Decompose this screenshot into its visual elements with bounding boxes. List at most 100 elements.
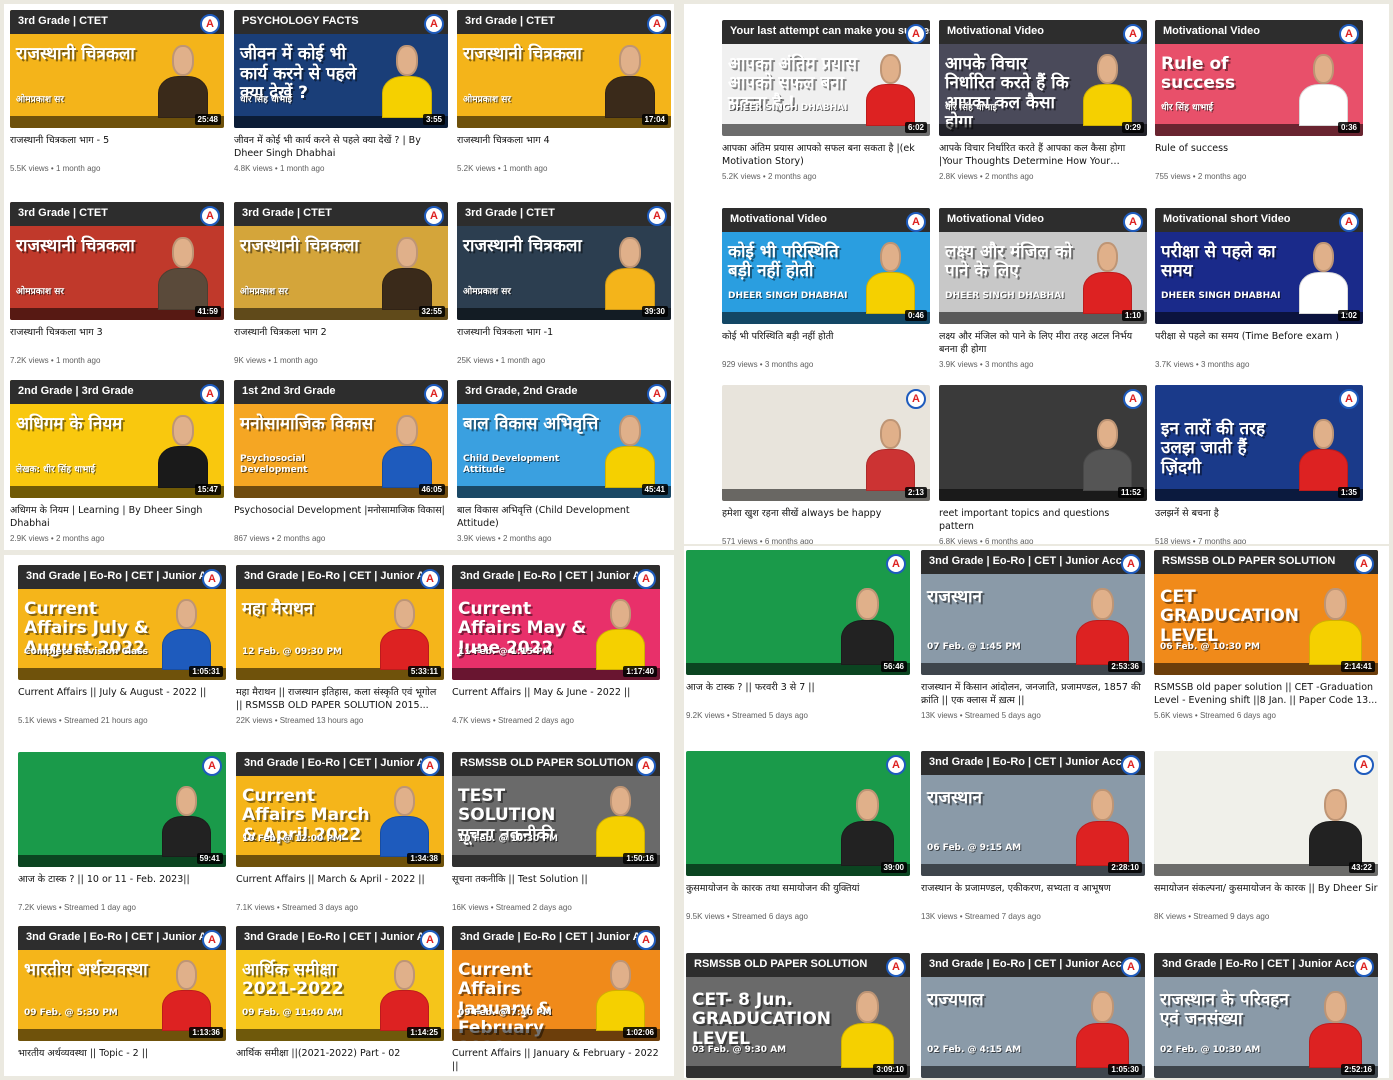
video-title[interactable]: आपका अंतिम प्रयास आपको सफल बना सकता है |… — [722, 142, 930, 169]
video-title[interactable]: आज के टास्क ? || फरवरी 3 से 7 || — [686, 681, 910, 694]
video-thumbnail[interactable]: A 43:22 — [1154, 751, 1378, 876]
video-card[interactable]: 3rd Grade | CTET राजस्थानी चित्रकला ओमप्रक… — [10, 202, 224, 376]
video-thumbnail[interactable]: 3rd Grade | CTET राजस्थानी चित्रकला ओमप्रक… — [234, 202, 448, 320]
video-thumbnail[interactable]: RSMSSB OLD PAPER SOLUTION TEST SOLUTION स… — [452, 752, 660, 867]
video-title[interactable]: परीक्षा से पहले का समय (Time Before exam… — [1155, 330, 1363, 343]
video-title[interactable]: Current Affairs || May & June - 2022 || — [452, 686, 660, 699]
video-thumbnail[interactable]: Motivational Video कोई भी परिस्थिति बड़ी … — [722, 208, 930, 324]
video-title[interactable]: भारतीय अर्थव्यवस्था || Topic - 2 || — [18, 1047, 226, 1060]
video-thumbnail[interactable]: 3nd Grade | Eo-Ro | CET | Junior Acc. Cur… — [452, 565, 660, 680]
video-card[interactable]: 3nd Grade | Eo-Ro | CET | Junior Acc. Cur… — [452, 926, 660, 1076]
video-title[interactable]: सूचना तकनीकि || Test Solution || — [452, 873, 660, 886]
video-title[interactable]: हमेशा खुश रहना सीखें always be happy — [722, 507, 930, 520]
video-title[interactable]: आज के टास्क ? || 10 or 11 - Feb. 2023|| — [18, 873, 226, 886]
video-thumbnail[interactable]: 3nd Grade | Eo-Ro | CET | Junior Acc. भार… — [18, 926, 226, 1041]
video-card[interactable]: 3nd Grade | Eo-Ro | CET | Junior Acc. Cur… — [452, 565, 660, 736]
video-title[interactable]: राजस्थानी चित्रकला भाग - 5 — [10, 134, 224, 147]
video-thumbnail[interactable]: 1st 2nd 3rd Grade मनोसामाजिक विकास Psychos… — [234, 380, 448, 498]
video-thumbnail[interactable]: 3nd Grade | Eo-Ro | CET | Junior Acc. राज… — [921, 751, 1145, 876]
video-title[interactable]: समायोजन संकल्पना/ कुसमायोजन के कारक || B… — [1154, 882, 1378, 895]
video-thumbnail[interactable]: 3nd Grade | Eo-Ro | CET | Junior Acc. Cur… — [236, 752, 444, 867]
video-card[interactable]: A 56:46 आज के टास्क ? || फरवरी 3 से 7 || 9.… — [686, 550, 910, 731]
video-thumbnail[interactable]: Motivational Video आपके विचार निर्धारित क… — [939, 20, 1147, 136]
video-card[interactable]: 3rd Grade | CTET राजस्थानी चित्रकला ओमप्रक… — [457, 202, 671, 376]
video-thumbnail[interactable]: Motivational short Video परीक्षा से पहले … — [1155, 208, 1363, 324]
video-title[interactable]: Rule of success — [1155, 142, 1363, 155]
video-thumbnail[interactable]: 3rd Grade | CTET राजस्थानी चित्रकला ओमप्रक… — [457, 202, 671, 320]
video-title[interactable]: Current Affairs || July & August - 2022 … — [18, 686, 226, 699]
video-title[interactable]: Current Affairs || January & February - … — [452, 1047, 660, 1074]
video-card[interactable]: 3nd Grade | Eo-Ro | CET | Junior Acc. भार… — [18, 926, 226, 1076]
video-card[interactable]: 3nd Grade | Eo-Ro | CET | Junior Acc. राज… — [1154, 953, 1378, 1078]
video-card[interactable]: 3nd Grade | Eo-Ro | CET | Junior Acc. महा… — [236, 565, 444, 736]
video-card[interactable]: Motivational Video कोई भी परिस्थिति बड़ी … — [722, 208, 930, 380]
video-thumbnail[interactable]: 3nd Grade | Eo-Ro | CET | Junior Acc. आर्… — [236, 926, 444, 1041]
video-card[interactable]: A 11:52 reet important topics and question… — [939, 385, 1147, 544]
video-thumbnail[interactable]: इन तारों की तरह उलझ जाती हैं ज़िंदगी A 1:3… — [1155, 385, 1363, 501]
video-card[interactable]: 1st 2nd 3rd Grade मनोसामाजिक विकास Psychos… — [234, 380, 448, 550]
video-thumbnail[interactable]: PSYCHOLOGY FACTS जीवन में कोई भी कार्य कर… — [234, 10, 448, 128]
video-card[interactable]: PSYCHOLOGY FACTS जीवन में कोई भी कार्य कर… — [234, 10, 448, 184]
video-card[interactable]: 3rd Grade, 2nd Grade बाल विकास अभिवृत्ति C… — [457, 380, 671, 550]
video-title[interactable]: उलझनें से बचना है — [1155, 507, 1363, 520]
video-title[interactable]: जीवन में कोई भी कार्य करने से पहले क्या … — [234, 134, 448, 161]
video-card[interactable]: 3rd Grade | CTET राजस्थानी चित्रकला ओमप्रक… — [457, 10, 671, 184]
video-thumbnail[interactable]: A 11:52 — [939, 385, 1147, 501]
video-thumbnail[interactable]: 2nd Grade | 3rd Grade अधिगम के नियम लेखक: … — [10, 380, 224, 498]
video-thumbnail[interactable]: Your last attempt can make you successfu… — [722, 20, 930, 136]
video-title[interactable]: महा मैराथन || राजस्थान इतिहास, कला संस्क… — [236, 686, 444, 713]
video-card[interactable]: Your last attempt can make you successfu… — [722, 20, 930, 192]
video-thumbnail[interactable]: A 39:00 — [686, 751, 910, 876]
video-card[interactable]: A 2:13 हमेशा खुश रहना सीखें always be happ… — [722, 385, 930, 544]
video-title[interactable]: राजस्थानी चित्रकला भाग -1 — [457, 326, 671, 339]
video-card[interactable]: 3nd Grade | Eo-Ro | CET | Junior Acc. राज… — [921, 751, 1145, 932]
video-title[interactable]: राजस्थान के प्रजामण्डल, एकीकरण, सभ्यता व… — [921, 882, 1145, 895]
video-title[interactable]: आपके विचार निर्धारित करते हैं आपका कल कै… — [939, 142, 1147, 169]
video-card[interactable]: RSMSSB OLD PAPER SOLUTION CET- 8 Jun. GRA… — [686, 953, 910, 1078]
video-card[interactable]: Motivational short Video परीक्षा से पहले … — [1155, 208, 1363, 380]
video-thumbnail[interactable]: A 2:13 — [722, 385, 930, 501]
video-card[interactable]: 3nd Grade | Eo-Ro | CET | Junior Acc. राज… — [921, 953, 1145, 1078]
video-thumbnail[interactable]: 3rd Grade, 2nd Grade बाल विकास अभिवृत्ति C… — [457, 380, 671, 498]
video-card[interactable]: Motivational Video Rule of success धीर सिं… — [1155, 20, 1363, 192]
video-title[interactable]: राजस्थान में किसान आंदोलन, जनजाति, प्रजा… — [921, 681, 1145, 708]
video-card[interactable]: A 43:22 समायोजन संकल्पना/ कुसमायोजन के कार… — [1154, 751, 1378, 932]
video-thumbnail[interactable]: 3nd Grade | Eo-Ro | CET | Junior Acc. महा… — [236, 565, 444, 680]
video-title[interactable]: Current Affairs || March & April - 2022 … — [236, 873, 444, 886]
video-thumbnail[interactable]: 3rd Grade | CTET राजस्थानी चित्रकला ओमप्रक… — [457, 10, 671, 128]
video-card[interactable]: 2nd Grade | 3rd Grade अधिगम के नियम लेखक: … — [10, 380, 224, 550]
video-thumbnail[interactable]: Motivational Video लक्ष्य और मंजिल को पान… — [939, 208, 1147, 324]
video-card[interactable]: RSMSSB OLD PAPER SOLUTION CET GRADUCATION… — [1154, 550, 1378, 731]
video-title[interactable]: RSMSSB old paper solution || CET -Gradua… — [1154, 681, 1378, 708]
video-card[interactable]: 3nd Grade | Eo-Ro | CET | Junior Acc. Cur… — [236, 752, 444, 923]
video-thumbnail[interactable]: 3nd Grade | Eo-Ro | CET | Junior Acc. राज… — [921, 550, 1145, 675]
video-thumbnail[interactable]: 3nd Grade | Eo-Ro | CET | Junior Acc. Cur… — [452, 926, 660, 1041]
video-title[interactable]: कोई भी परिस्थिति बड़ी नहीं होती — [722, 330, 930, 343]
video-card[interactable]: 3rd Grade | CTET राजस्थानी चित्रकला ओमप्रक… — [10, 10, 224, 184]
video-thumbnail[interactable]: RSMSSB OLD PAPER SOLUTION CET- 8 Jun. GRA… — [686, 953, 910, 1078]
video-card[interactable]: इन तारों की तरह उलझ जाती हैं ज़िंदगी A 1:3… — [1155, 385, 1363, 544]
video-card[interactable]: 3nd Grade | Eo-Ro | CET | Junior Acc. राज… — [921, 550, 1145, 731]
video-title[interactable]: reet important topics and questions patt… — [939, 507, 1147, 534]
video-thumbnail[interactable]: 3rd Grade | CTET राजस्थानी चित्रकला ओमप्रक… — [10, 202, 224, 320]
video-title[interactable]: अधिगम के नियम | Learning | By Dheer Sing… — [10, 504, 224, 531]
video-thumbnail[interactable]: 3nd Grade | Eo-Ro | CET | Junior Acc. राज… — [1154, 953, 1378, 1078]
video-title[interactable]: बाल विकास अभिवृत्ति (Child Development A… — [457, 504, 671, 531]
video-card[interactable]: A 39:00 कुसमायोजन के कारक तथा समायोजन की य… — [686, 751, 910, 932]
video-title[interactable]: आर्थिक समीक्षा ||(2021-2022) Part - 02 — [236, 1047, 444, 1060]
video-title[interactable]: लक्ष्य और मंजिल को पाने के लिए मीरा तरह … — [939, 330, 1147, 357]
video-thumbnail[interactable]: 3rd Grade | CTET राजस्थानी चित्रकला ओमप्रक… — [10, 10, 224, 128]
video-card[interactable]: 3nd Grade | Eo-Ro | CET | Junior Acc. आर्… — [236, 926, 444, 1076]
video-thumbnail[interactable]: RSMSSB OLD PAPER SOLUTION CET GRADUCATION… — [1154, 550, 1378, 675]
video-title[interactable]: राजस्थानी चित्रकला भाग 3 — [10, 326, 224, 339]
video-card[interactable]: 3nd Grade | Eo-Ro | CET | Junior Acc. Cur… — [18, 565, 226, 736]
video-thumbnail[interactable]: Motivational Video Rule of success धीर सिं… — [1155, 20, 1363, 136]
video-title[interactable]: कुसमायोजन के कारक तथा समायोजन की युक्तिय… — [686, 882, 910, 895]
video-card[interactable]: A 59:41 आज के टास्क ? || 10 or 11 - Feb. 2… — [18, 752, 226, 923]
video-thumbnail[interactable]: 3nd Grade | Eo-Ro | CET | Junior Acc. Cur… — [18, 565, 226, 680]
video-card[interactable]: Motivational Video लक्ष्य और मंजिल को पान… — [939, 208, 1147, 380]
video-thumbnail[interactable]: 3nd Grade | Eo-Ro | CET | Junior Acc. राज… — [921, 953, 1145, 1078]
video-card[interactable]: RSMSSB OLD PAPER SOLUTION TEST SOLUTION स… — [452, 752, 660, 923]
video-title[interactable]: Psychosocial Development |मनोसामाजिक विक… — [234, 504, 448, 517]
video-card[interactable]: Motivational Video आपके विचार निर्धारित क… — [939, 20, 1147, 192]
